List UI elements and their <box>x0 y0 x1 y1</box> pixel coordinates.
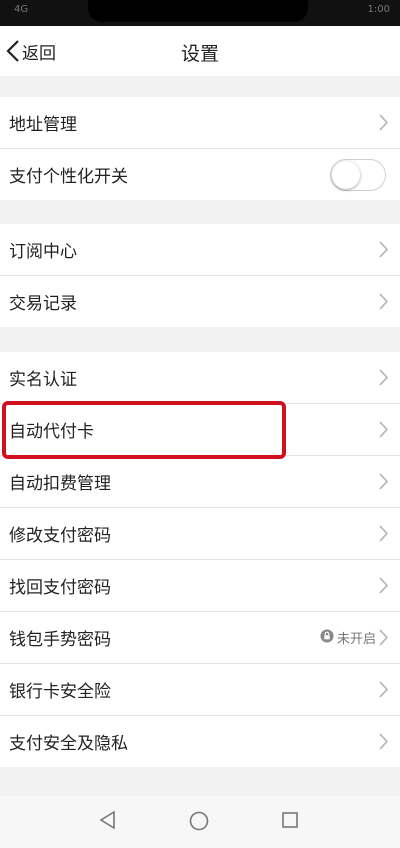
list-item-transactions[interactable]: 交易记录 <box>0 276 400 327</box>
chevron-right-icon <box>379 525 389 546</box>
list-item-label: 支付安全及隐私 <box>9 734 128 754</box>
list-item-label: 交易记录 <box>9 294 77 314</box>
system-nav-bar <box>0 796 400 848</box>
list-item-gesture[interactable]: 钱包手势密码 未开启 <box>0 612 400 663</box>
chevron-right-icon <box>379 114 389 135</box>
list-item-auto-card[interactable]: 自动代付卡 <box>0 404 400 455</box>
list-item-address[interactable]: 地址管理 <box>0 97 400 148</box>
list-item-label: 银行卡安全险 <box>9 682 111 702</box>
list-item-label: 自动扣费管理 <box>9 474 111 494</box>
list-item-label: 钱包手势密码 <box>9 630 111 650</box>
signal-text: 4G <box>14 4 29 15</box>
list-item-label: 找回支付密码 <box>9 578 111 598</box>
list-item-change-pwd[interactable]: 修改支付密码 <box>0 508 400 559</box>
chevron-right-icon <box>379 681 389 702</box>
chevron-right-icon <box>379 629 389 650</box>
gesture-status-text: 未开启 <box>336 632 376 647</box>
list-item-label: 修改支付密码 <box>9 526 111 546</box>
list-item-auto-deduct[interactable]: 自动扣费管理 <box>0 456 400 507</box>
personalization-toggle[interactable] <box>330 159 386 191</box>
nav-home-icon[interactable] <box>188 810 210 836</box>
page-title: 设置 <box>180 43 219 65</box>
chevron-right-icon <box>379 421 389 442</box>
chevron-right-icon <box>379 369 389 390</box>
nav-back-icon[interactable] <box>98 810 118 834</box>
list-item-label: 地址管理 <box>9 115 77 135</box>
toggle-knob <box>332 161 360 189</box>
list-item-recover-pwd[interactable]: 找回支付密码 <box>0 560 400 611</box>
chevron-right-icon <box>379 577 389 598</box>
list-item-privacy[interactable]: 支付安全及隐私 <box>0 716 400 767</box>
status-time: 1:00 <box>367 4 390 15</box>
list-item-personalization: 支付个性化开关 <box>0 149 400 200</box>
chevron-right-icon <box>379 293 389 314</box>
chevron-right-icon <box>379 241 389 262</box>
list-item-realname[interactable]: 实名认证 <box>0 352 400 403</box>
gesture-status: 未开启 <box>320 628 376 647</box>
list-item-label: 实名认证 <box>9 370 77 390</box>
top-bar: 返回 设置 <box>0 26 400 76</box>
chevron-right-icon <box>379 473 389 494</box>
list-item-label: 订阅中心 <box>9 242 77 262</box>
chevron-right-icon <box>379 733 389 754</box>
lock-icon <box>320 629 334 647</box>
list-item-insurance[interactable]: 银行卡安全险 <box>0 664 400 715</box>
status-bar: 4G 1:00 <box>0 0 400 26</box>
screen-notch <box>88 0 308 22</box>
list-item-label: 自动代付卡 <box>9 422 94 442</box>
list-item-subscription[interactable]: 订阅中心 <box>0 224 400 275</box>
list-item-label: 支付个性化开关 <box>9 167 128 187</box>
nav-recent-icon[interactable] <box>280 810 300 834</box>
